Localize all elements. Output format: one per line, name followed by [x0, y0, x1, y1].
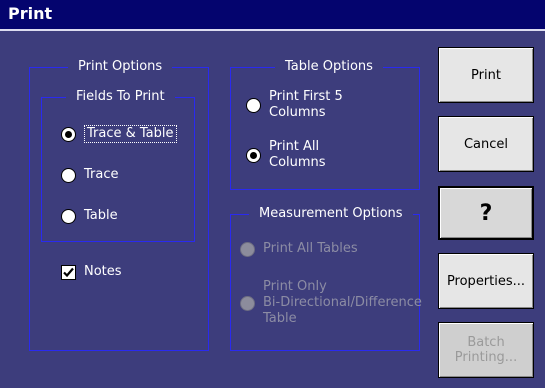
batch-line2: Printing... — [454, 350, 518, 365]
radio-print-all-tables[interactable]: Print All Tables — [240, 241, 358, 257]
print-only-label: Print Only Bi-Directional/Difference Tab… — [263, 279, 422, 327]
table-options-group: Table Options — [230, 59, 420, 190]
radio-trace[interactable]: Trace — [61, 167, 119, 183]
batch-printing-button-label: Batch Printing... — [455, 335, 517, 365]
all-line2: Columns — [269, 155, 326, 170]
radio-print-first-5-columns[interactable]: Print First 5 Columns — [246, 89, 343, 121]
table-options-legend: Table Options — [275, 59, 383, 74]
radio-icon — [61, 208, 76, 224]
radio-icon — [246, 97, 261, 113]
notes-label: Notes — [84, 264, 122, 279]
print-all-tables-label: Print All Tables — [263, 241, 358, 256]
title-bar: Print — [0, 0, 545, 31]
properties-button-label: Properties... — [446, 273, 526, 289]
radio-selected-icon — [61, 126, 76, 142]
measurement-options-legend: Measurement Options — [249, 206, 413, 221]
print-options-legend: Print Options — [68, 59, 173, 74]
radio-table-label: Table — [84, 208, 118, 223]
properties-button[interactable]: Properties... — [438, 253, 534, 309]
print-dialog: Print Print Options Fields To Print Trac… — [0, 0, 545, 388]
first5-line1: Print First 5 — [269, 89, 343, 104]
print-button-label: Print — [471, 67, 501, 83]
radio-trace-and-table[interactable]: Trace & Table — [61, 125, 177, 143]
all-line1: Print All — [269, 139, 320, 154]
print-first-5-columns-label: Print First 5 Columns — [269, 89, 343, 121]
batch-printing-button[interactable]: Batch Printing... — [438, 322, 534, 378]
notes-checkbox[interactable]: Notes — [61, 264, 122, 280]
radio-disabled-icon — [240, 241, 255, 257]
print-button[interactable]: Print — [438, 47, 534, 103]
radio-icon — [61, 167, 76, 183]
radio-disabled-icon — [240, 295, 255, 311]
cancel-button[interactable]: Cancel — [438, 116, 534, 172]
radio-trace-label: Trace — [84, 167, 119, 182]
radio-selected-icon — [246, 147, 261, 163]
help-button[interactable]: ? — [438, 186, 534, 240]
print-all-columns-label: Print All Columns — [269, 139, 326, 171]
checkmark-icon — [61, 264, 76, 280]
radio-trace-and-table-label: Trace & Table — [84, 125, 177, 143]
only-line2: Bi-Directional/Difference — [263, 295, 422, 310]
dialog-title: Print — [8, 4, 53, 23]
only-line1: Print Only — [263, 279, 327, 294]
batch-line1: Batch — [467, 335, 505, 350]
help-icon: ? — [479, 200, 493, 226]
radio-print-only-bi-directional[interactable]: Print Only Bi-Directional/Difference Tab… — [240, 279, 422, 327]
radio-print-all-columns[interactable]: Print All Columns — [246, 139, 326, 171]
fields-to-print-legend: Fields To Print — [66, 89, 175, 104]
radio-table[interactable]: Table — [61, 208, 118, 224]
cancel-button-label: Cancel — [463, 136, 509, 152]
first5-line2: Columns — [269, 105, 326, 120]
only-line3: Table — [263, 311, 297, 326]
